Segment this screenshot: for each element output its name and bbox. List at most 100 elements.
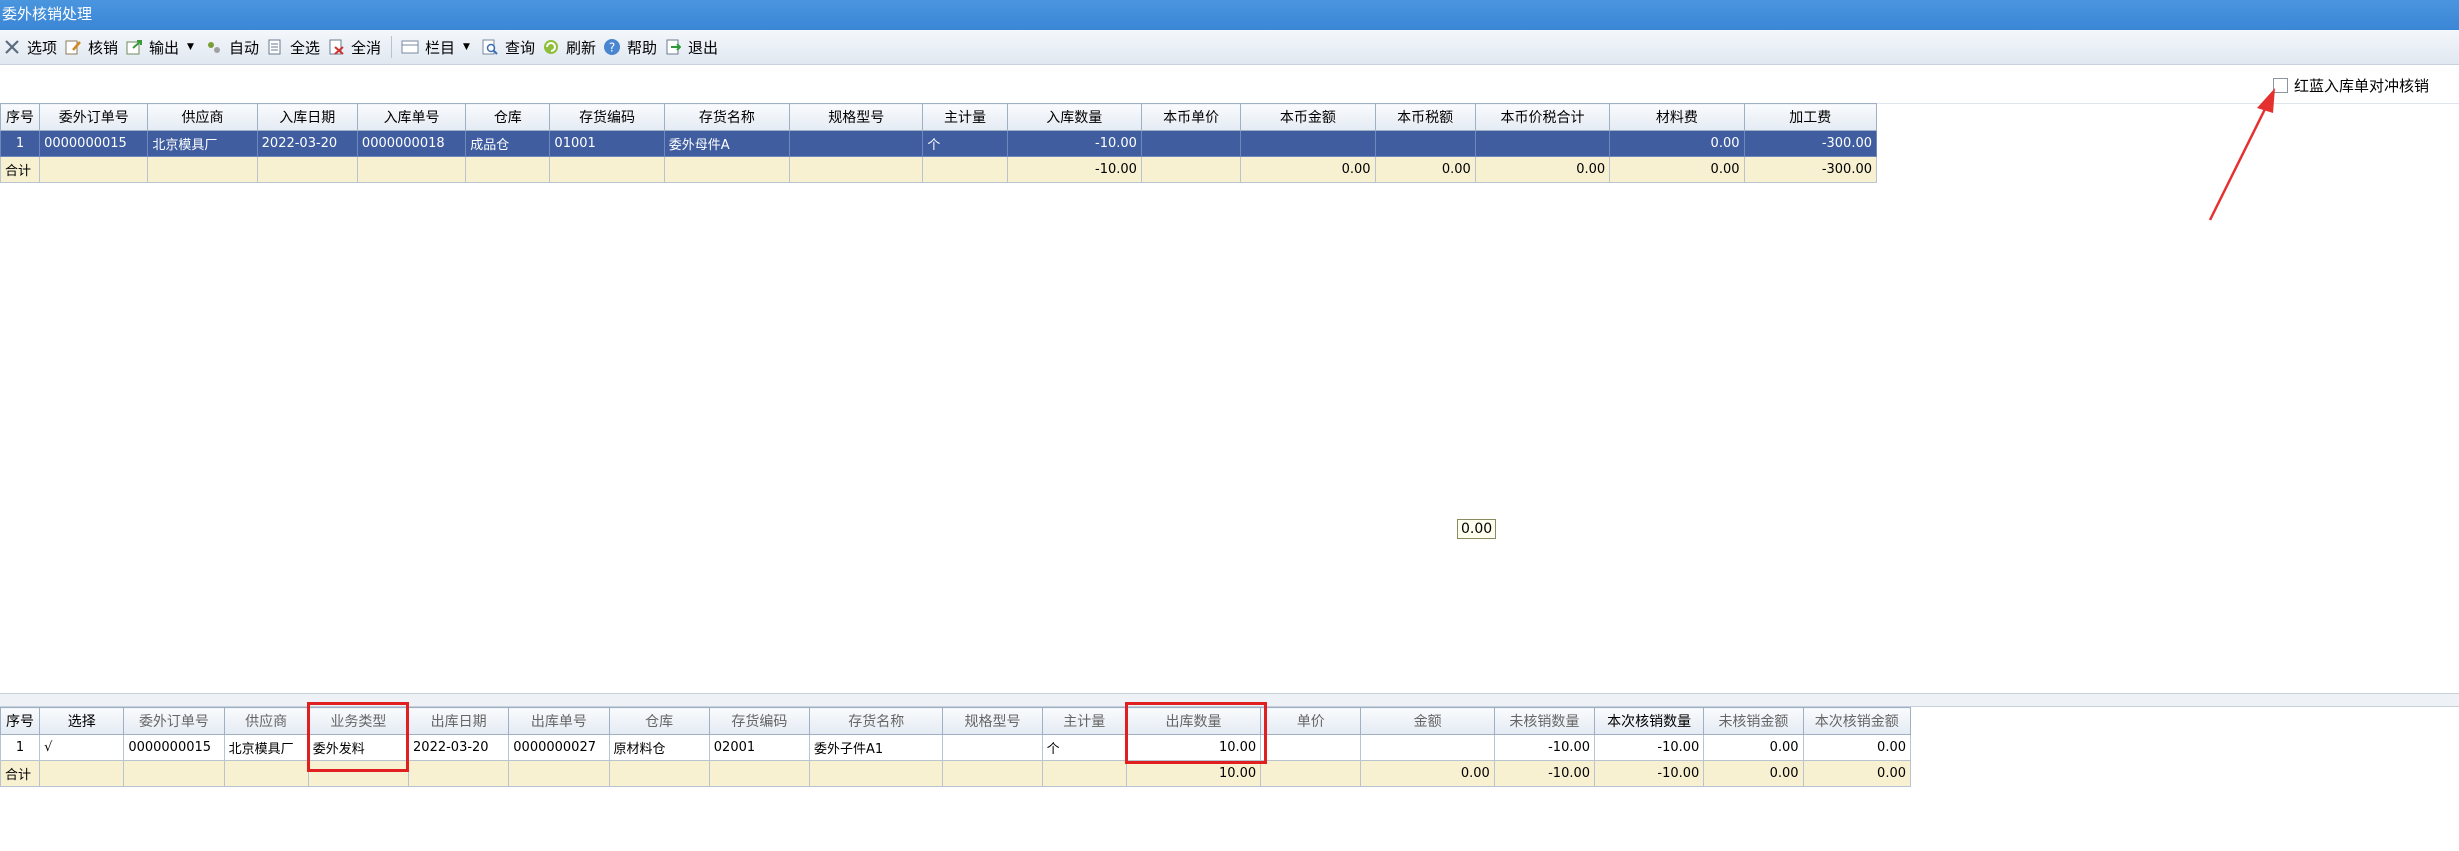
table-cell[interactable]: 北京模具厂 [223,734,309,761]
table-cell[interactable]: 委外子件A1 [809,734,944,761]
col-header[interactable]: 供应商 [147,103,258,131]
col-header[interactable]: 主计量 [1041,707,1127,735]
col-header[interactable]: 规格型号 [789,103,924,131]
col-header[interactable]: 本次核销金额 [1802,707,1912,735]
select-checkmark[interactable]: √ [39,734,125,761]
table-cell[interactable]: 个 [922,130,1008,157]
table-cell[interactable]: 0.00 [1802,734,1912,761]
col-header[interactable]: 入库日期 [256,103,358,131]
col-header[interactable]: 出库数量 [1125,707,1262,735]
table-cell[interactable] [1140,130,1242,157]
table-cell[interactable] [1374,130,1476,157]
options-button[interactable]: 选项 [0,33,61,61]
table-cell[interactable]: 0000000018 [356,130,467,157]
pane-splitter[interactable] [0,693,2459,707]
search-icon [480,37,500,57]
table-cell[interactable]: 01001 [549,130,665,157]
table-cell[interactable]: 北京模具厂 [147,130,258,157]
col-header[interactable]: 出库单号 [508,707,610,735]
col-header[interactable]: 序号 [0,103,41,131]
help-icon: ? [602,37,622,57]
table-cell[interactable]: 成品仓 [465,130,551,157]
col-header[interactable]: 本币税额 [1374,103,1476,131]
refresh-button[interactable]: 刷新 [539,33,600,61]
col-header[interactable]: 入库数量 [1006,103,1142,131]
table-cell[interactable]: 0000000015 [39,130,149,157]
total-row: 合计 -10.00 0.00 0.00 0.00 0.00 -300.00 [0,156,1877,183]
table-cell[interactable]: 10.00 [1125,734,1262,761]
total-cell [508,760,610,787]
total-cell [663,156,791,183]
window-title: 委外核销处理 [0,0,2459,30]
col-header[interactable]: 未核销金额 [1703,707,1804,735]
table-cell[interactable]: -10.00 [1594,734,1705,761]
export-button[interactable]: 输出 ▼ [122,33,202,61]
table-cell[interactable]: 0.00 [1609,130,1745,157]
table-cell[interactable]: 2022-03-20 [408,734,510,761]
table-cell[interactable]: 委外母件A [663,130,791,157]
table-cell[interactable]: -300.00 [1743,130,1877,157]
select-all-button[interactable]: 全选 [263,33,324,61]
table-cell[interactable]: -10.00 [1493,734,1596,761]
columns-button[interactable]: 栏目 ▼ [398,33,478,61]
col-header[interactable]: 本币金额 [1240,103,1376,131]
col-header[interactable]: 存货编码 [708,707,811,735]
table-cell[interactable]: 个 [1041,734,1127,761]
table-cell[interactable] [1240,130,1376,157]
total-cell [39,156,149,183]
table-cell[interactable] [789,130,924,157]
table-cell[interactable] [942,734,1043,761]
col-header[interactable]: 存货名称 [663,103,791,131]
total-row: 合计 10.00 0.00 -10.00 -10.00 0.00 0.00 [0,760,1912,787]
col-header[interactable]: 本次核销数量 [1594,707,1705,735]
col-header[interactable]: 材料费 [1609,103,1745,131]
table-cell[interactable]: 2022-03-20 [256,130,358,157]
col-header[interactable]: 供应商 [223,707,309,735]
col-header[interactable]: 主计量 [922,103,1008,131]
col-header[interactable]: 仓库 [608,707,710,735]
total-cell: 0.00 [1374,156,1476,183]
col-header[interactable]: 入库单号 [356,103,467,131]
col-header[interactable]: 出库日期 [408,707,510,735]
red-blue-offset-option[interactable]: 红蓝入库单对冲核销 [2273,75,2429,96]
col-header[interactable]: 未核销数量 [1493,707,1596,735]
table-cell[interactable]: 0000000015 [123,734,225,761]
table-cell[interactable]: 0.00 [1703,734,1804,761]
table-cell[interactable]: 0000000027 [508,734,610,761]
table-cell[interactable] [1260,734,1362,761]
query-button[interactable]: 查询 [478,33,539,61]
red-blue-offset-label: 红蓝入库单对冲核销 [2294,77,2430,95]
table-cell[interactable] [1474,130,1611,157]
deselect-all-button[interactable]: 全消 [324,33,385,61]
table-row[interactable]: 1 0000000015 北京模具厂 2022-03-20 0000000018… [0,130,1877,157]
table-cell[interactable]: 委外发料 [307,734,410,761]
help-button[interactable]: ? 帮助 [600,33,661,61]
col-header[interactable]: 存货编码 [549,103,665,131]
table-cell[interactable]: 02001 [708,734,811,761]
dropdown-caret-icon[interactable]: ▼ [463,42,470,52]
col-header[interactable]: 委外订单号 [39,103,149,131]
auto-button[interactable]: 自动 [202,33,263,61]
col-header[interactable]: 业务类型 [307,707,410,735]
col-header[interactable]: 选择 [39,707,125,735]
total-cell: -10.00 [1006,156,1142,183]
col-header[interactable]: 委外订单号 [123,707,225,735]
col-header[interactable]: 本币价税合计 [1474,103,1611,131]
col-header[interactable]: 规格型号 [942,707,1043,735]
total-cell: 0.00 [1703,760,1804,787]
exit-button[interactable]: 退出 [661,33,722,61]
col-header[interactable]: 本币单价 [1140,103,1242,131]
exit-icon [663,37,683,57]
table-row[interactable]: 1 √ 0000000015 北京模具厂 委外发料 2022-03-20 000… [0,734,1912,761]
col-header[interactable]: 序号 [0,707,41,735]
col-header[interactable]: 金额 [1360,707,1495,735]
table-cell[interactable]: -10.00 [1006,130,1142,157]
table-cell[interactable]: 原材料仓 [608,734,710,761]
col-header[interactable]: 单价 [1260,707,1362,735]
dropdown-caret-icon[interactable]: ▼ [187,42,194,52]
col-header[interactable]: 加工费 [1743,103,1877,131]
verify-button[interactable]: 核销 [61,33,122,61]
col-header[interactable]: 存货名称 [809,707,944,735]
table-cell[interactable] [1360,734,1495,761]
col-header[interactable]: 仓库 [465,103,551,131]
